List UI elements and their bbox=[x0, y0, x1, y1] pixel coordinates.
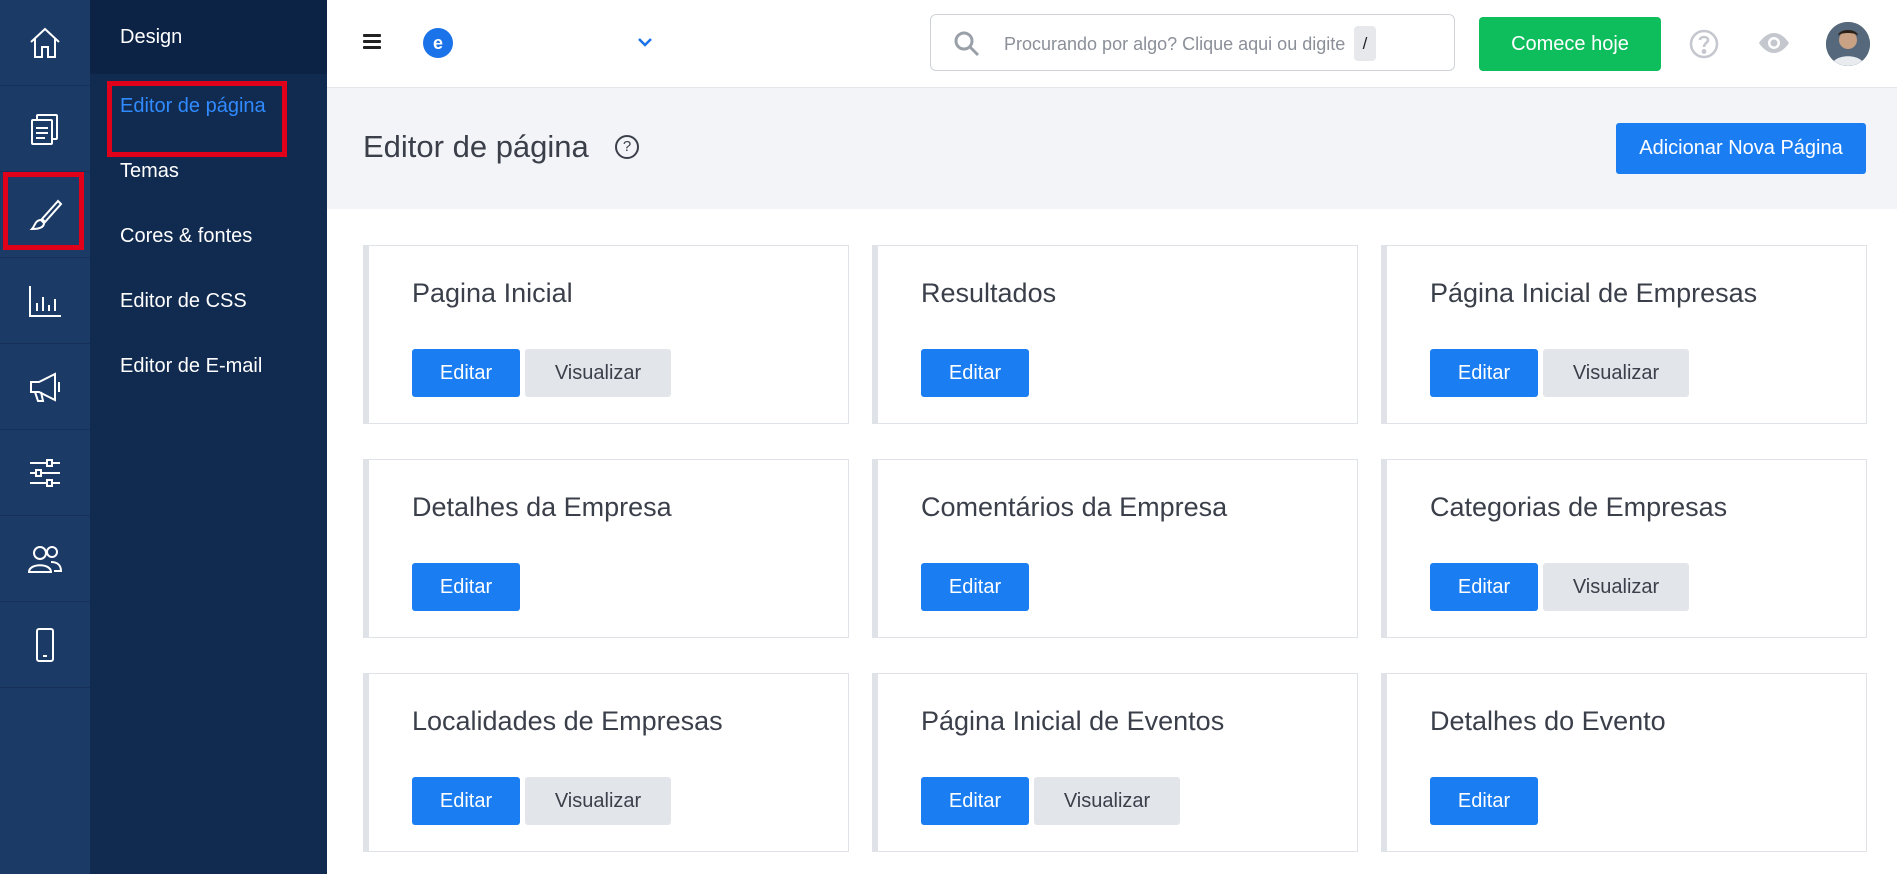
page-cards-grid: Pagina Inicial Editar Visualizar Resulta… bbox=[327, 209, 1897, 874]
brand-logo[interactable]: e bbox=[423, 28, 453, 58]
rail-item-mobile[interactable] bbox=[0, 602, 90, 688]
view-button[interactable]: Visualizar bbox=[525, 349, 671, 397]
edit-button[interactable]: Editar bbox=[412, 349, 520, 397]
help-circle-icon[interactable] bbox=[1688, 28, 1720, 60]
search-placeholder: Procurando por algo? Clique aqui ou digi… bbox=[1004, 34, 1346, 54]
design-highlight-box bbox=[3, 172, 84, 250]
rail-item-analytics[interactable] bbox=[0, 258, 90, 344]
subnav-item-themes[interactable]: Temas bbox=[90, 139, 327, 204]
rail-item-users[interactable] bbox=[0, 516, 90, 602]
subnav-item-email-editor[interactable]: Editor de E-mail bbox=[90, 334, 327, 399]
rail-item-design[interactable] bbox=[0, 172, 90, 258]
edit-button[interactable]: Editar bbox=[1430, 349, 1538, 397]
card-title: Comentários da Empresa bbox=[921, 492, 1228, 522]
page-card: Detalhes do Evento Editar bbox=[1381, 673, 1867, 852]
rail-item-marketing[interactable] bbox=[0, 344, 90, 430]
eye-icon[interactable] bbox=[1756, 30, 1792, 56]
search-shortcut-key: / bbox=[1354, 26, 1376, 61]
megaphone-icon bbox=[30, 371, 60, 402]
help-icon[interactable]: ? bbox=[615, 135, 639, 159]
subnav-item-label: Temas bbox=[120, 160, 179, 182]
subnav-item-label: Editor de E-mail bbox=[120, 355, 263, 377]
rail-item-pages[interactable] bbox=[0, 86, 90, 172]
documents-icon bbox=[31, 113, 58, 145]
subnav-item-label: Cores & fontes bbox=[120, 225, 253, 247]
card-title: Detalhes da Empresa bbox=[412, 492, 672, 522]
home-icon bbox=[30, 27, 60, 58]
edit-button[interactable]: Editar bbox=[921, 563, 1029, 611]
view-button[interactable]: Visualizar bbox=[1543, 563, 1689, 611]
card-title: Pagina Inicial bbox=[412, 278, 573, 308]
rail-item-home[interactable] bbox=[0, 0, 90, 86]
get-started-button[interactable]: Comece hoje bbox=[1479, 17, 1661, 71]
card-title: Página Inicial de Eventos bbox=[921, 706, 1225, 736]
edit-button[interactable]: Editar bbox=[921, 349, 1029, 397]
add-new-page-button[interactable]: Adicionar Nova Página bbox=[1616, 123, 1866, 174]
user-avatar[interactable] bbox=[1826, 22, 1870, 66]
page-card: Comentários da Empresa Editar bbox=[872, 459, 1358, 638]
page-card: Localidades de Empresas Editar Visualiza… bbox=[363, 673, 849, 852]
subnav-item-label: Editor de CSS bbox=[120, 290, 247, 312]
view-button[interactable]: Visualizar bbox=[525, 777, 671, 825]
page-card: Detalhes da Empresa Editar bbox=[363, 459, 849, 638]
page-card: Resultados Editar bbox=[872, 245, 1358, 424]
design-subnav: Design Editor de página Temas Cores & fo… bbox=[90, 0, 327, 874]
search-input[interactable]: Procurando por algo? Clique aqui ou digi… bbox=[930, 14, 1455, 71]
subnav-title: Design bbox=[90, 0, 327, 74]
card-title: Detalhes do Evento bbox=[1430, 706, 1666, 736]
topbar: e Procurando por algo? Clique aqui ou di… bbox=[327, 0, 1897, 88]
subnav-item-page-editor[interactable]: Editor de página bbox=[90, 74, 327, 157]
edit-button[interactable]: Editar bbox=[1430, 563, 1538, 611]
page-title: Editor de página bbox=[363, 129, 589, 164]
view-button[interactable]: Visualizar bbox=[1034, 777, 1180, 825]
search-icon bbox=[954, 31, 980, 57]
icon-rail bbox=[0, 0, 90, 874]
subnav-item-colors-fonts[interactable]: Cores & fontes bbox=[90, 204, 327, 269]
sliders-icon bbox=[30, 458, 60, 487]
bar-chart-icon bbox=[29, 285, 61, 317]
page-card: Página Inicial de Eventos Editar Visuali… bbox=[872, 673, 1358, 852]
subnav-item-css-editor[interactable]: Editor de CSS bbox=[90, 269, 327, 334]
card-title: Categorias de Empresas bbox=[1430, 492, 1728, 522]
rail-item-settings[interactable] bbox=[0, 430, 90, 516]
card-title: Página Inicial de Empresas bbox=[1430, 278, 1758, 308]
card-title: Localidades de Empresas bbox=[412, 706, 723, 736]
page-card: Categorias de Empresas Editar Visualizar bbox=[1381, 459, 1867, 638]
page-card: Página Inicial de Empresas Editar Visual… bbox=[1381, 245, 1867, 424]
edit-button[interactable]: Editar bbox=[412, 563, 520, 611]
view-button[interactable]: Visualizar bbox=[1543, 349, 1689, 397]
users-icon bbox=[27, 545, 63, 573]
hamburger-menu-icon[interactable] bbox=[363, 34, 381, 50]
card-title: Resultados bbox=[921, 278, 1057, 308]
page-header: Editor de página ? Adicionar Nova Página bbox=[327, 89, 1897, 209]
chevron-down-icon[interactable] bbox=[635, 32, 655, 52]
edit-button[interactable]: Editar bbox=[1430, 777, 1538, 825]
page-card: Pagina Inicial Editar Visualizar bbox=[363, 245, 849, 424]
mobile-icon bbox=[36, 627, 54, 662]
edit-button[interactable]: Editar bbox=[412, 777, 520, 825]
edit-button[interactable]: Editar bbox=[921, 777, 1029, 825]
